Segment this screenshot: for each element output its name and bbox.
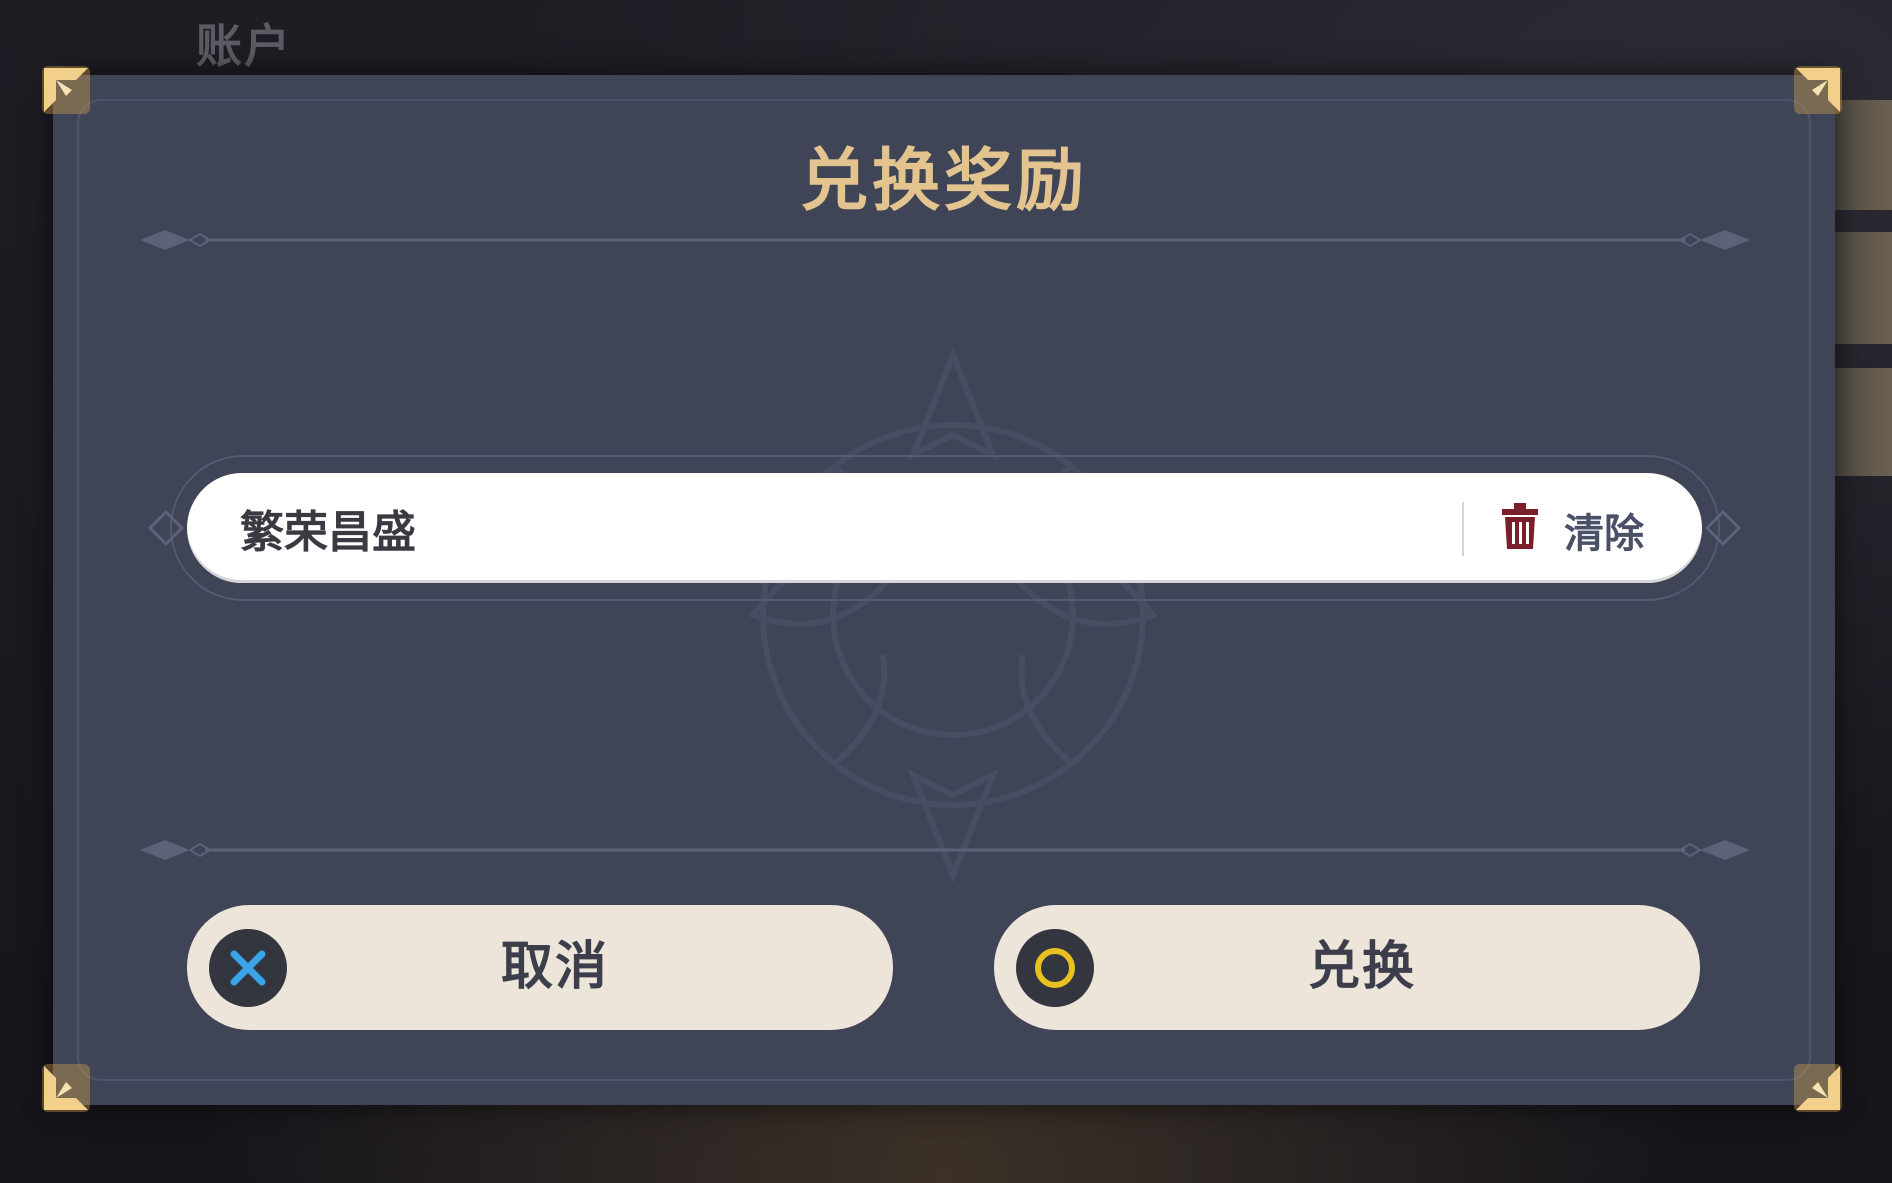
input-separator <box>1462 502 1464 556</box>
cancel-button-label: 取消 <box>500 937 609 997</box>
corner-ornament-icon <box>1794 1064 1842 1112</box>
trash-icon <box>1502 503 1538 549</box>
cancel-button[interactable]: 取消 <box>187 905 893 1030</box>
diamond-ornament-icon <box>1705 510 1741 546</box>
clear-button-label: 清除 <box>1564 511 1644 557</box>
dialog-title: 兑换奖励 <box>799 142 1088 221</box>
background-section-title: 账户 <box>196 19 292 73</box>
divider-ornament <box>140 230 1750 250</box>
corner-ornament-icon <box>42 66 90 114</box>
diamond-ornament-icon <box>148 510 184 546</box>
clear-button[interactable]: 清除 <box>1490 493 1670 563</box>
redeem-code-input[interactable] <box>240 483 1440 573</box>
corner-ornament-icon <box>42 1064 90 1112</box>
divider-ornament <box>140 840 1750 860</box>
emblem-watermark-icon <box>748 346 1158 884</box>
redeem-button-label: 兑换 <box>1307 937 1416 997</box>
redeem-button[interactable]: 兑换 <box>994 905 1700 1030</box>
corner-ornament-icon <box>1794 66 1842 114</box>
